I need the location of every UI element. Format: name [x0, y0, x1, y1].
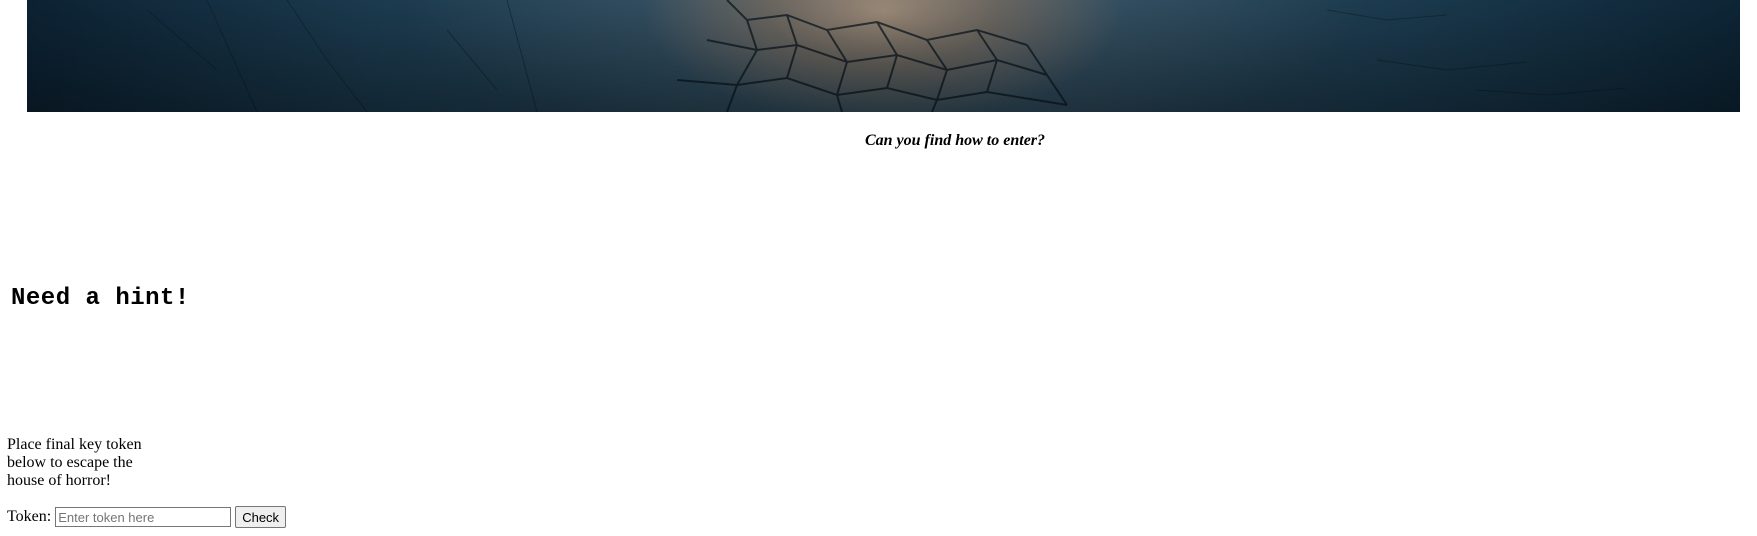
check-button[interactable]: Check [235, 506, 287, 528]
cracked-path-pattern [27, 0, 1740, 112]
hint-heading: Need a hint! [11, 285, 190, 312]
escape-instructions: Place final key token below to escape th… [7, 436, 142, 489]
token-label: Token: [7, 508, 52, 525]
token-form: Token: Check [7, 506, 287, 528]
page: Can you find how to enter? Need a hint! … [0, 0, 1757, 536]
banner-image [27, 0, 1740, 112]
token-input[interactable] [55, 507, 232, 527]
tagline: Can you find how to enter? [864, 132, 1046, 149]
